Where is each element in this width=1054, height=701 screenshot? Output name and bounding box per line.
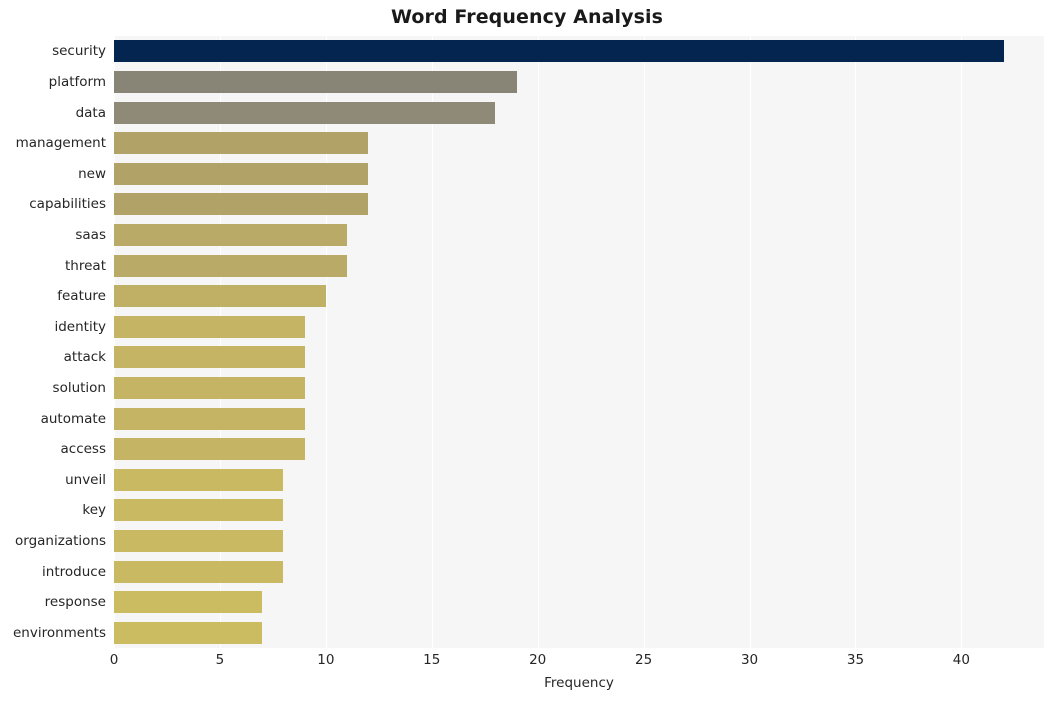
y-axis: security platform data management new capabil…: [0, 36, 106, 648]
y-tick-label: introduce: [42, 563, 106, 580]
bar-row: [114, 621, 1044, 644]
bar[interactable]: [114, 591, 263, 614]
bar-row: [114, 438, 1044, 461]
bar[interactable]: [114, 70, 517, 93]
bar[interactable]: [114, 223, 348, 246]
x-tick-label: 30: [740, 652, 759, 668]
y-tick-label: organizations: [15, 532, 106, 549]
y-tick-label: saas: [75, 226, 106, 243]
y-tick-label: threat: [65, 257, 106, 274]
gridline-x: [219, 36, 221, 648]
y-tick-label: new: [78, 165, 106, 182]
bar[interactable]: [114, 40, 1004, 63]
bar-row: [114, 193, 1044, 216]
bar[interactable]: [114, 132, 369, 155]
gridline-x: [643, 36, 645, 648]
x-axis: 0 5 10 15 20 25 30 35 40: [0, 652, 1054, 674]
bar-row: [114, 468, 1044, 491]
chart-title: Word Frequency Analysis: [390, 6, 664, 28]
bar[interactable]: [114, 346, 305, 369]
gridline-x: [749, 36, 751, 648]
bar-row: [114, 376, 1044, 399]
gridline-x: [961, 36, 963, 648]
bar[interactable]: [114, 529, 284, 552]
bar-row: [114, 591, 1044, 614]
y-tick-label: unveil: [65, 471, 106, 488]
bar-row: [114, 346, 1044, 369]
x-tick-label: 10: [317, 652, 335, 668]
y-tick-label: key: [82, 502, 106, 519]
bar-row: [114, 529, 1044, 552]
gridline-x: [431, 36, 433, 648]
y-tick-label: solution: [52, 379, 106, 396]
bar[interactable]: [114, 621, 263, 644]
y-tick-label: identity: [54, 318, 106, 335]
bar-row: [114, 70, 1044, 93]
x-tick-label: 5: [215, 652, 225, 668]
plot-area: [114, 36, 1044, 648]
y-tick-label: response: [44, 594, 106, 611]
x-axis-title: Frequency: [544, 675, 614, 691]
bar-row: [114, 132, 1044, 155]
bar-row: [114, 101, 1044, 124]
gridline-x: [855, 36, 857, 648]
bar[interactable]: [114, 101, 496, 124]
bar[interactable]: [114, 254, 348, 277]
bar[interactable]: [114, 193, 369, 216]
bar-row: [114, 407, 1044, 430]
bar[interactable]: [114, 407, 305, 430]
bar[interactable]: [114, 560, 284, 583]
y-tick-label: security: [52, 43, 106, 60]
bar-row: [114, 285, 1044, 308]
bar[interactable]: [114, 376, 305, 399]
y-tick-label: data: [75, 104, 106, 121]
x-tick-label: 15: [423, 652, 441, 668]
y-tick-label: access: [60, 441, 107, 458]
y-tick-label: platform: [48, 73, 106, 90]
gridline-x: [325, 36, 327, 648]
y-tick-label: automate: [40, 410, 106, 427]
bar[interactable]: [114, 499, 284, 522]
y-tick-label: environments: [12, 624, 106, 641]
x-tick-label: 35: [846, 652, 865, 668]
bar-row: [114, 315, 1044, 338]
x-tick-label: 40: [952, 652, 970, 668]
bar-row: [114, 40, 1044, 63]
bar[interactable]: [114, 315, 305, 338]
y-tick-label: capabilities: [29, 196, 106, 213]
bar[interactable]: [114, 438, 305, 461]
bar-row: [114, 162, 1044, 185]
gridline-x: [114, 36, 115, 648]
chart-figure: Word Frequency Analysis security platform…: [0, 0, 1054, 701]
bar-row: [114, 499, 1044, 522]
bar-row: [114, 223, 1044, 246]
x-tick-label: 0: [109, 652, 119, 668]
bar-row: [114, 560, 1044, 583]
y-tick-label: feature: [57, 288, 106, 305]
bar[interactable]: [114, 285, 326, 308]
y-tick-label: management: [15, 135, 106, 152]
x-tick-label: 20: [529, 652, 547, 668]
y-tick-label: attack: [63, 349, 106, 366]
bar[interactable]: [114, 468, 284, 491]
bar-row: [114, 254, 1044, 277]
bar[interactable]: [114, 162, 369, 185]
gridline-x: [537, 36, 539, 648]
x-tick-label: 25: [635, 652, 653, 668]
